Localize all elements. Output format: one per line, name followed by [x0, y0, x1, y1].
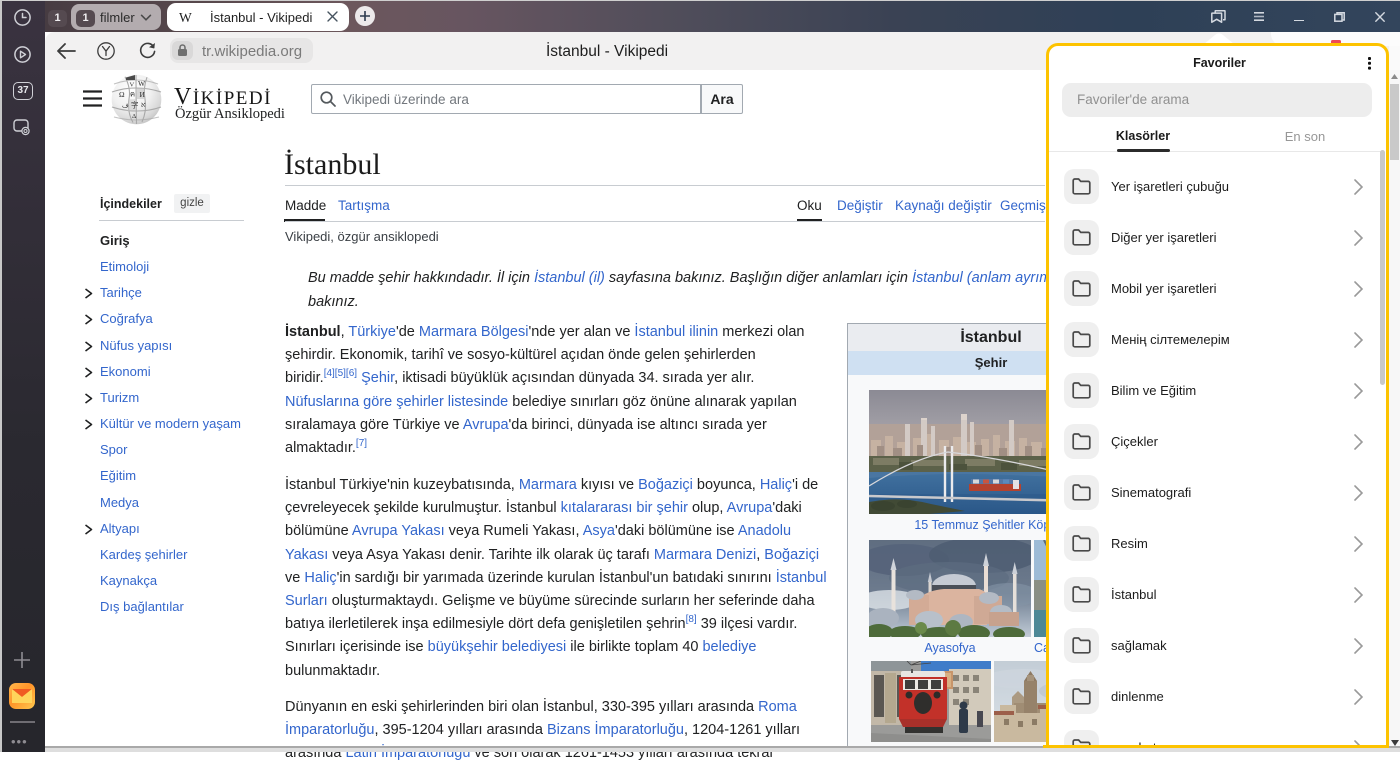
svg-text:V: V	[130, 82, 135, 89]
svg-text:字: 字	[131, 100, 139, 110]
svg-text:W: W	[138, 79, 146, 88]
svg-text:א: א	[141, 100, 146, 109]
svg-text:И: И	[140, 90, 146, 99]
svg-text:Δ: Δ	[132, 113, 136, 120]
svg-text:ف: ف	[122, 103, 129, 110]
svg-text:Ω: Ω	[119, 90, 125, 99]
svg-text:ค: ค	[130, 90, 135, 99]
